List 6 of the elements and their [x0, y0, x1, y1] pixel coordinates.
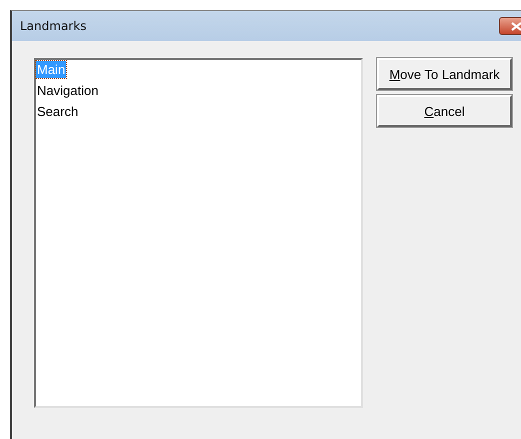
- list-item[interactable]: Search: [36, 103, 361, 124]
- window-title: Landmarks: [20, 19, 86, 33]
- move-button[interactable]: Move To Landmark: [377, 58, 512, 90]
- close-icon: [510, 22, 521, 30]
- list-item[interactable]: Navigation: [36, 82, 361, 103]
- cancel-button[interactable]: Cancel: [377, 95, 512, 127]
